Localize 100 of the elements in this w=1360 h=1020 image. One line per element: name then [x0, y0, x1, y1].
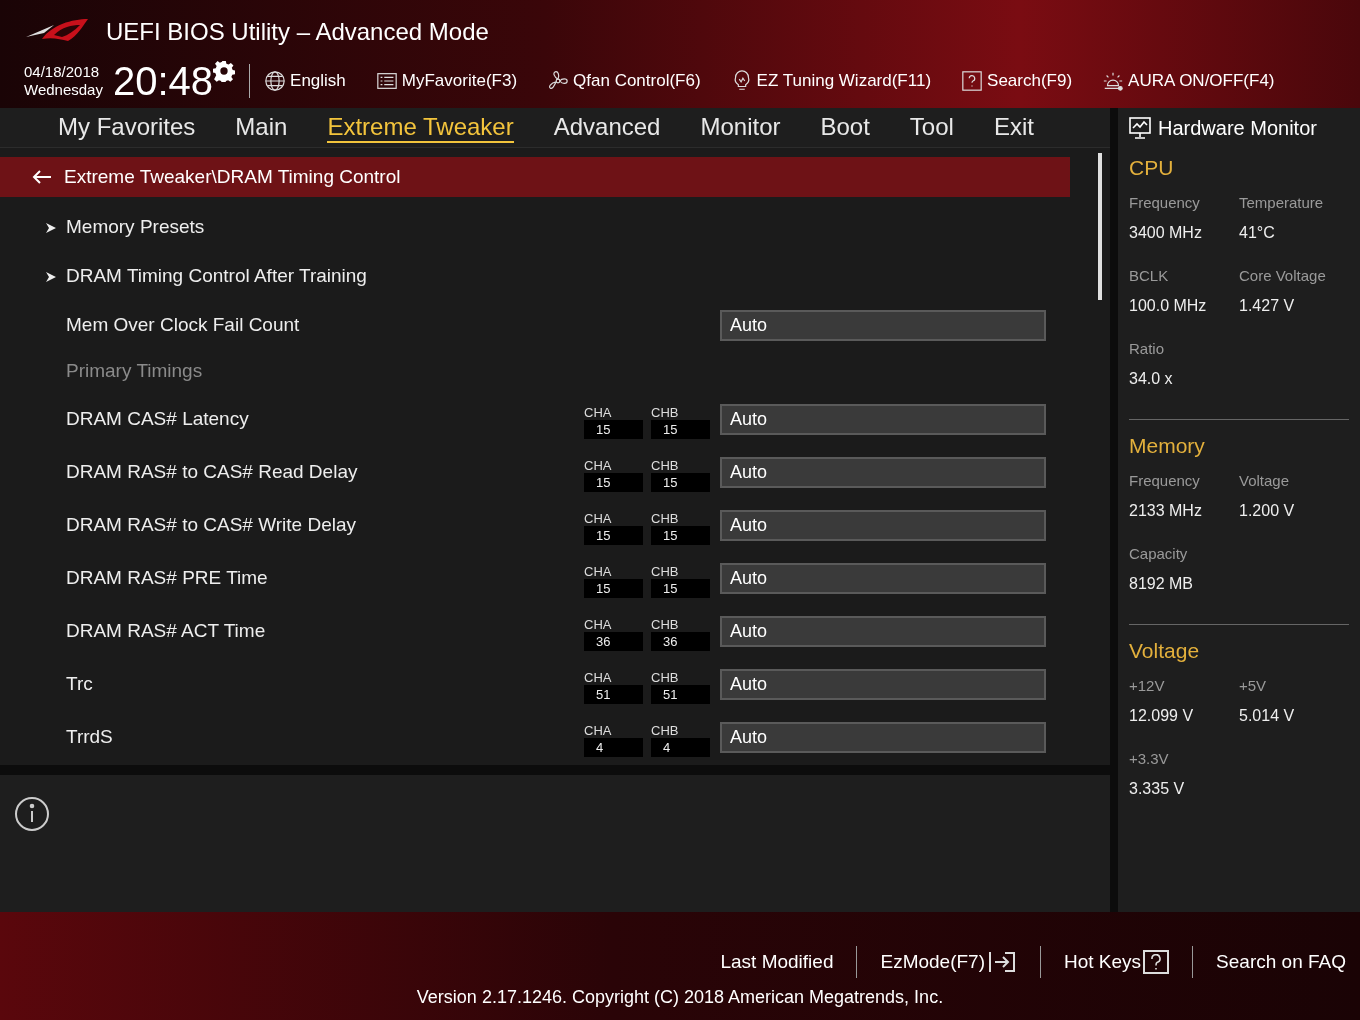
stat-label: Frequency [1129, 471, 1201, 491]
breadcrumb-bar[interactable]: Extreme Tweaker\DRAM Timing Control [0, 157, 1070, 197]
value-dropdown[interactable]: Auto [720, 457, 1046, 488]
channel-value: 51 [584, 684, 643, 704]
footer-link[interactable]: Last Modified [720, 947, 834, 977]
setting-label: DRAM RAS# ACT Time [66, 619, 267, 644]
footer-link[interactable]: EzMode(F7) [880, 947, 1017, 977]
submenu-item[interactable]: DRAM Timing Control After Training [0, 252, 1098, 301]
channel-label: CHA [584, 669, 613, 685]
setting-label: DRAM RAS# to CAS# Read Delay [66, 460, 359, 485]
channel-value: 51 [651, 684, 710, 704]
stat-label: +12V [1129, 676, 1166, 696]
stat-label: Temperature [1239, 193, 1325, 213]
scrollbar[interactable] [1098, 153, 1102, 300]
version-text: Version 2.17.1246. Copyright (C) 2018 American Megatrends, Inc. [416, 986, 944, 1009]
stat-value: 12.099 V [1129, 705, 1195, 726]
channel-value: 15 [584, 578, 643, 598]
light-icon [1102, 70, 1125, 92]
stat-label: Capacity [1129, 544, 1189, 564]
stat-value: 5.014 V [1239, 705, 1296, 726]
stat-label: +3.3V [1129, 749, 1170, 769]
value-dropdown[interactable]: Auto [720, 722, 1046, 753]
question-icon [1143, 950, 1170, 974]
setting-label: TrrdS [66, 725, 114, 750]
channel-value: 4 [651, 737, 710, 757]
stat-value: 3.335 V [1129, 778, 1186, 799]
channel-label: CHA [584, 563, 613, 579]
channel-value: 15 [651, 419, 710, 439]
channel-value: 36 [651, 631, 710, 651]
channel-value: 15 [584, 472, 643, 492]
value-dropdown[interactable]: Auto [720, 669, 1046, 700]
toolbar-button[interactable]: Search(F9) [961, 68, 1073, 94]
help-icon [961, 70, 984, 92]
menu-tab[interactable]: Exit [993, 112, 1034, 143]
toolbar-button[interactable]: MyFavorite(F3) [375, 68, 518, 94]
channel-label: CHB [651, 563, 680, 579]
channel-label: CHA [584, 510, 613, 526]
stat-label: +5V [1239, 676, 1268, 696]
channel-label: CHB [651, 616, 680, 632]
menu-tab[interactable]: Tool [909, 112, 954, 143]
channel-value: 36 [584, 631, 643, 651]
toolbar-button[interactable]: Qfan Control(F6) [547, 68, 701, 94]
exit-icon [987, 951, 1017, 973]
clock-text: 20:48 [112, 61, 214, 101]
channel-value: 15 [651, 472, 710, 492]
value-dropdown[interactable]: Auto [720, 404, 1046, 435]
section-heading: Primary Timings [66, 358, 203, 383]
footer-link[interactable]: Hot Keys [1064, 947, 1170, 977]
stat-value: 1.427 V [1239, 295, 1296, 316]
value-dropdown[interactable]: Auto [720, 563, 1046, 594]
stat-label: BCLK [1129, 266, 1170, 286]
submenu-item[interactable]: Memory Presets [0, 203, 1098, 252]
info-icon [14, 796, 50, 832]
weekday-text: Wednesday [24, 81, 103, 99]
menu-tab[interactable]: Advanced [553, 112, 661, 143]
channel-label: CHA [584, 404, 613, 420]
channel-value: 15 [651, 525, 710, 545]
value-dropdown[interactable]: Auto [720, 510, 1046, 541]
toolbar-button[interactable]: AURA ON/OFF(F4) [1102, 68, 1275, 94]
channel-label: CHB [651, 404, 680, 420]
section-title: Memory [1129, 433, 1206, 459]
value-dropdown[interactable]: Auto [720, 309, 1046, 341]
monitor-icon [1128, 116, 1152, 140]
channel-label: CHB [651, 457, 680, 473]
channel-value: 15 [584, 419, 643, 439]
stat-label: Voltage [1239, 471, 1291, 491]
stat-value: 2133 MHz [1129, 500, 1203, 521]
menu-tab[interactable]: My Favorites [58, 112, 196, 143]
window-title: UEFI BIOS Utility – Advanced Mode [106, 17, 489, 47]
chevron-icon [45, 270, 57, 283]
channel-value: 15 [584, 525, 643, 545]
stat-value: 8192 MB [1129, 573, 1195, 594]
fan-icon [547, 70, 570, 92]
stat-value: 1.200 V [1239, 500, 1296, 521]
stat-value: 41°C [1239, 222, 1276, 243]
menu-tab[interactable]: Monitor [700, 112, 781, 143]
channel-label: CHA [584, 457, 613, 473]
footer-link[interactable]: Search on FAQ [1216, 947, 1346, 977]
list-icon [375, 70, 398, 92]
channel-value: 4 [584, 737, 643, 757]
value-dropdown[interactable]: Auto [720, 616, 1046, 647]
toolbar-button[interactable]: EZ Tuning Wizard(F11) [730, 68, 932, 94]
channel-value: 15 [651, 578, 710, 598]
menu-tab[interactable]: Main [235, 112, 288, 143]
setting-label: DRAM RAS# to CAS# Write Delay [66, 513, 357, 538]
stat-value: 34.0 x [1129, 368, 1174, 389]
back-arrow-icon [32, 169, 52, 185]
date-text: 04/18/2018 [24, 63, 101, 81]
stat-label: Frequency [1129, 193, 1201, 213]
menu-tab[interactable]: Boot [820, 112, 870, 143]
menu-tab[interactable]: Extreme Tweaker [327, 112, 514, 143]
channel-label: CHB [651, 669, 680, 685]
channel-label: CHA [584, 616, 613, 632]
stat-label: Core Voltage [1239, 266, 1327, 286]
settings-icon[interactable] [213, 60, 236, 82]
channel-label: CHB [651, 722, 680, 738]
setting-label: DRAM RAS# PRE Time [66, 566, 269, 591]
toolbar-button[interactable]: English [264, 68, 346, 94]
setting-label: DRAM CAS# Latency [66, 407, 250, 432]
setting-label: Mem Over Clock Fail Count [66, 312, 300, 337]
